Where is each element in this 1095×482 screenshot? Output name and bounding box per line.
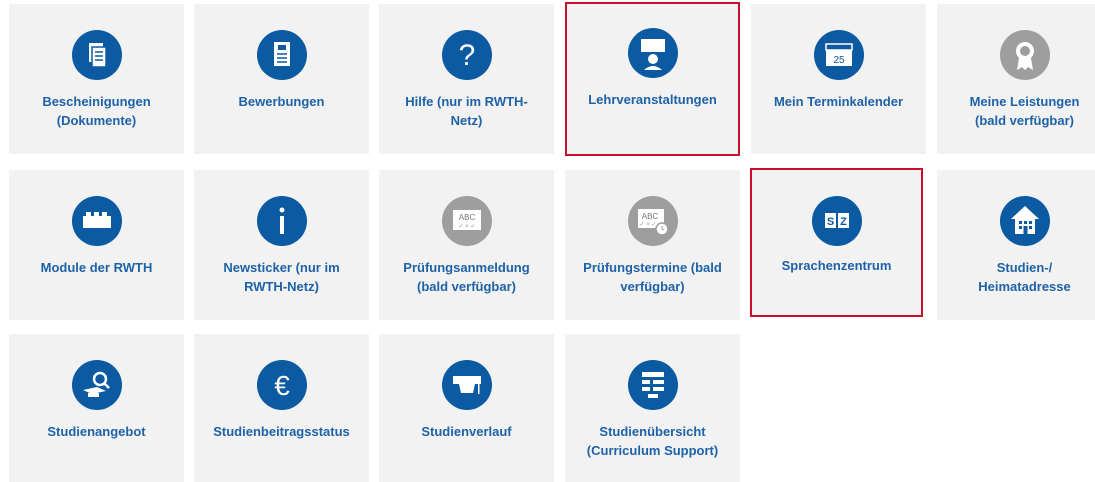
svg-text:✓ × ✓: ✓ × ✓ (639, 222, 656, 228)
tile-label: Studienangebot (47, 424, 146, 439)
question-icon: ? (441, 30, 492, 80)
calendar-icon: 25 (813, 30, 864, 80)
svg-text:ABC: ABC (458, 213, 475, 222)
tile-label: Newsticker (nur im RWTH-Netz) (223, 260, 340, 294)
abc-clock-icon: ABC ✓ × ✓ (627, 196, 678, 246)
tile-bewerbungen[interactable]: Bewerbungen (194, 4, 369, 154)
tile-label: Studienbeitragsstatus (213, 424, 350, 439)
tile-label: Studienverlauf (421, 424, 512, 439)
sz-icon: SZ (811, 196, 862, 246)
tile-meine-leistungen[interactable]: Meine Leistungen (bald verfügbar) (937, 4, 1095, 154)
tile-label: Meine Leistungen (bald verfügbar) (969, 94, 1080, 128)
tile-bescheinigungen[interactable]: Bescheinigungen (Dokumente) (9, 4, 184, 154)
tile-label: Lehrveranstaltungen (588, 92, 717, 107)
tile-label: Sprachenzentrum (781, 258, 892, 273)
tile-newsticker[interactable]: Newsticker (nur im RWTH-Netz) (194, 170, 369, 320)
tile-pruefungsanmeldung[interactable]: ABC ✓ × ✓ Prüfungsanmeldung (bald verfügba… (379, 170, 554, 320)
tile-label: Studien-/Heimatadresse (978, 260, 1071, 294)
document-icon (256, 30, 307, 80)
tile-lehrveranstaltungen[interactable]: Lehrveranstaltungen (565, 2, 740, 156)
tile-studienuebersicht[interactable]: Studienübersicht (Curriculum Support) (565, 334, 740, 482)
abc-icon: ABC ✓ × ✓ (441, 196, 492, 246)
svg-text:€: € (274, 370, 290, 401)
svg-text:?: ? (458, 39, 475, 72)
tile-label: Prüfungsanmeldung (bald verfügbar) (403, 260, 530, 294)
house-icon (999, 196, 1050, 246)
info-icon (256, 196, 307, 246)
tile-heimatadresse[interactable]: Studien-/Heimatadresse (937, 170, 1095, 320)
tile-label: Studienübersicht (Curriculum Support) (586, 424, 719, 458)
lecturer-icon (627, 28, 678, 78)
svg-text:✓ × ✓: ✓ × ✓ (458, 224, 475, 230)
euro-icon: € (256, 360, 307, 410)
graduation-cap-icon (441, 360, 492, 410)
magnifier-cap-icon (71, 360, 122, 410)
svg-text:25: 25 (833, 55, 845, 66)
tile-studienbeitragsstatus[interactable]: € Studienbeitragsstatus (194, 334, 369, 482)
flowchart-icon (627, 360, 678, 410)
award-icon (999, 30, 1050, 80)
svg-text:S: S (826, 216, 833, 228)
tile-label: Mein Terminkalender (773, 94, 904, 109)
documents-icon (71, 30, 122, 80)
tile-pruefungstermine[interactable]: ABC ✓ × ✓ Prüfungstermine (bald verfügbar) (565, 170, 740, 320)
tile-module[interactable]: Module der RWTH (9, 170, 184, 320)
tile-studienangebot[interactable]: Studienangebot (9, 334, 184, 482)
brick-icon (71, 196, 122, 246)
tile-label: Module der RWTH (40, 260, 153, 275)
tile-studienverlauf[interactable]: Studienverlauf (379, 334, 554, 482)
tile-sprachenzentrum[interactable]: SZ Sprachenzentrum (750, 168, 923, 317)
svg-text:ABC: ABC (641, 212, 658, 221)
tile-hilfe[interactable]: ? Hilfe (nur im RWTH- Netz) (379, 4, 554, 154)
tile-label: Bescheinigungen (Dokumente) (42, 94, 151, 128)
tile-terminkalender[interactable]: 25 Mein Terminkalender (751, 4, 926, 154)
tile-label: Hilfe (nur im RWTH- Netz) (405, 94, 528, 128)
tile-label: Prüfungstermine (bald verfügbar) (583, 260, 722, 294)
svg-text:Z: Z (840, 216, 847, 228)
tile-label: Bewerbungen (238, 94, 325, 109)
